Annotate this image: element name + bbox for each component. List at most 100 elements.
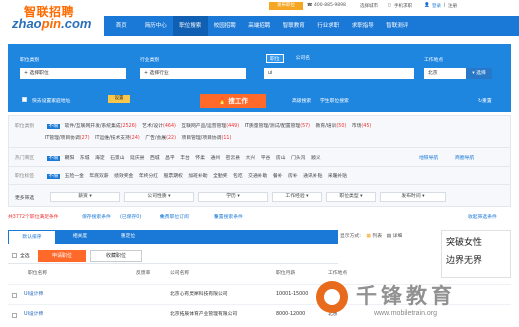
search-job-button[interactable]: 🔥 搜工作 [200, 94, 266, 108]
district-option[interactable]: 顺义 [311, 156, 321, 161]
welfare-option[interactable]: 加班补助 [188, 174, 207, 179]
home-address-checkbox[interactable] [22, 97, 27, 102]
student-search-link[interactable]: 学生职位搜索 [320, 97, 349, 104]
location-input[interactable]: 北京 [424, 68, 466, 79]
welfare-option[interactable]: 五险一金 [65, 174, 84, 179]
welfare-option[interactable]: 包吃 [233, 174, 243, 179]
nav-highend[interactable]: 高端招聘 [242, 16, 277, 36]
welfare-option[interactable]: 绩效奖金 [114, 174, 133, 179]
job-category-select[interactable]: + 选择职位 [20, 68, 126, 79]
checkbox-box[interactable] [12, 293, 17, 298]
login-link[interactable]: 登录 [432, 3, 441, 9]
nav-campus[interactable]: 校园招聘 [208, 16, 243, 36]
list-view-icon[interactable]: ▦ [366, 234, 371, 239]
set-address-button[interactable]: 设置 [108, 95, 130, 103]
district-option[interactable]: 通州 [211, 156, 221, 161]
welfare-option[interactable]: 通讯补贴 [303, 174, 322, 179]
zhaopin-logo[interactable]: 智联招聘 zhaopin.com [6, 2, 102, 34]
industry-select[interactable]: + 选择行业 [140, 68, 246, 79]
filter-option[interactable]: 互联网产品/运营管理(449) [181, 124, 239, 129]
city-switch-link[interactable]: 选择城市 [360, 3, 378, 9]
district-option[interactable]: 西城 [150, 156, 160, 161]
detail-view-icon[interactable]: ▤ [387, 234, 392, 239]
category-all-tag[interactable]: 不限 [46, 124, 61, 129]
company-type-dropdown[interactable]: 公司性质 ▾ [124, 192, 194, 202]
experience-dropdown[interactable]: 工作经验 ▾ [272, 192, 322, 202]
reset-link[interactable]: ↻重置 [478, 97, 492, 104]
nav-guidance[interactable]: 求职指导 [346, 16, 381, 36]
job-type-dropdown[interactable]: 职位类型 ▾ [326, 192, 376, 202]
district-option[interactable]: 大兴 [246, 156, 256, 161]
detail-view-label[interactable]: 详细 [393, 234, 403, 239]
district-option[interactable]: 丰台 [180, 156, 190, 161]
salary-value: 10001-15000 [276, 292, 309, 297]
district-option[interactable]: 密云县 [226, 156, 240, 161]
nav-education[interactable]: 智联教育 [277, 16, 312, 36]
salary-dropdown[interactable]: 薪资 ▾ [50, 192, 120, 202]
district-option[interactable]: 门头沟 [291, 156, 305, 161]
welfare-option[interactable]: 采暖补贴 [328, 174, 347, 179]
subway-nav-link[interactable]: 地铁导航 [419, 154, 438, 161]
district-option[interactable]: 怀柔 [195, 156, 205, 161]
save-condition-link[interactable]: 保存搜索条件 [82, 212, 111, 224]
side-advertisement[interactable]: 突破女性 边界无界 [441, 230, 511, 278]
welfare-option[interactable]: 年终分红 [139, 174, 158, 179]
post-job-button[interactable]: 发布职位 [269, 2, 303, 10]
filter-option[interactable]: 广告/会展(22) [145, 136, 176, 141]
filter-option[interactable]: IT质量管理/测试/配置管理(57) [245, 124, 310, 129]
nav-industry[interactable]: 行业求职 [311, 16, 346, 36]
tab-job[interactable]: 职位 [266, 54, 284, 63]
filter-option[interactable]: 教育/培训(50) [316, 124, 347, 129]
nav-job-search[interactable]: 职位搜索 [173, 16, 208, 36]
select-all-checkbox[interactable] [12, 253, 17, 258]
district-option[interactable]: 昌平 [165, 156, 175, 161]
tab-relevance[interactable]: 相关度 [56, 230, 104, 244]
job-title-link[interactable]: UI设计师 [24, 285, 43, 305]
welfare-option[interactable]: 全勤奖 [213, 174, 227, 179]
save-job-button[interactable]: 收藏职位 [90, 250, 142, 262]
mobile-job-link[interactable]: 手机求职 [394, 3, 412, 9]
publish-time-dropdown[interactable]: 发布时间 ▾ [380, 192, 446, 202]
welfare-all-tag[interactable]: 不限 [46, 174, 61, 179]
nav-home[interactable]: 首页 [104, 16, 139, 36]
district-option[interactable]: 延庆县 [130, 156, 144, 161]
welfare-option[interactable]: 年底双薪 [89, 174, 108, 179]
collapse-filter-link[interactable]: 收起筛选条件 [468, 212, 497, 224]
company-name-link[interactable]: 北京心有灵犀科技有限公司 [170, 285, 228, 305]
checkbox-box[interactable] [12, 313, 17, 318]
job-title-link[interactable]: UI设计师 [24, 305, 43, 325]
district-option[interactable]: 房山 [276, 156, 286, 161]
tab-default-sort[interactable]: 默认排序 [8, 230, 56, 244]
filter-option[interactable]: 艺术/设计(464) [142, 124, 176, 129]
filter-option[interactable]: 市场(45) [352, 124, 371, 129]
company-name-link[interactable]: 北京拓辰体育产业管理有限公司 [170, 305, 237, 325]
welfare-option[interactable]: 股票期权 [164, 174, 183, 179]
register-link[interactable]: 注册 [448, 3, 457, 9]
nav-assessment[interactable]: 智联测评 [380, 16, 415, 36]
district-option[interactable]: 海淀 [95, 156, 105, 161]
district-option[interactable]: 东城 [80, 156, 90, 161]
district-option[interactable]: 朝阳 [65, 156, 75, 161]
filter-option[interactable]: 项目管理/项目协调(11) [181, 136, 231, 141]
filter-option[interactable]: 软件/互联网开发/系统集成(2526) [65, 124, 137, 129]
tab-relocate[interactable]: 重定位 [104, 230, 152, 244]
list-view-label[interactable]: 列表 [372, 234, 382, 239]
filter-option[interactable]: IT管理/项目协调(27) [45, 136, 90, 141]
keyword-input[interactable]: ui [264, 68, 414, 79]
chevron-down-icon: ▾ [304, 194, 309, 199]
advanced-search-link[interactable]: 高级搜索 [292, 97, 311, 104]
welfare-option[interactable]: 房补 [288, 174, 298, 179]
location-label: 工作地点 [424, 58, 444, 63]
area-nav-link[interactable]: 商圈导航 [455, 154, 474, 161]
tab-company[interactable]: 公司名 [296, 54, 310, 63]
district-all-tag[interactable]: 不限 [46, 156, 61, 161]
district-option[interactable]: 平谷 [261, 156, 271, 161]
apply-job-button[interactable]: 申请职位 [38, 250, 86, 262]
welfare-option[interactable]: 交通补助 [248, 174, 267, 179]
district-option[interactable]: 石景山 [110, 156, 124, 161]
location-select-button[interactable]: ▾ 选择 [466, 68, 492, 79]
nav-resume[interactable]: 简历中心 [139, 16, 174, 36]
welfare-option[interactable]: 餐补 [273, 174, 283, 179]
filter-option[interactable]: IT运维/技术支持(24) [95, 136, 140, 141]
education-dropdown[interactable]: 学历 ▾ [198, 192, 268, 202]
